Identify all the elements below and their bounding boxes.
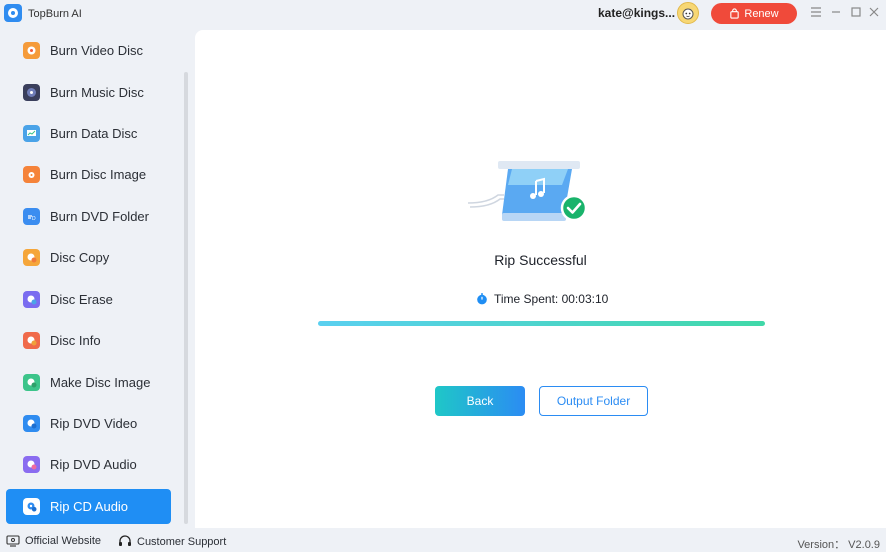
app-logo-icon [4,4,22,22]
main-panel: Rip Successful Time Spent: 00:03:10 Back… [195,30,886,528]
sidebar-item-label: Burn Music Disc [50,85,144,100]
sidebar-item-make-disc-image[interactable]: Make Disc Image [6,365,171,400]
sidebar-item-disc-info[interactable]: Disc Info [6,323,171,358]
customer-support-label: Customer Support [137,535,227,548]
sidebar-item-label: Disc Erase [50,292,113,307]
sidebar-item-label: Rip DVD Video [50,416,138,431]
close-icon[interactable] [866,4,882,20]
minimize-icon[interactable] [828,4,844,20]
sidebar-item-label: Burn DVD Folder [50,209,149,224]
rip-dvd-video-icon [23,415,40,432]
official-website-label: Official Website [25,535,102,547]
sidebar-item-burn-video-disc[interactable]: Burn Video Disc [6,33,171,68]
official-website-link[interactable]: Official Website [6,535,101,547]
rip-cd-audio-icon [23,498,40,515]
back-button[interactable]: Back [435,386,525,416]
progress-bar [318,321,765,326]
dvd-folder-icon: D [23,208,40,225]
disc-erase-icon [23,291,40,308]
renew-button[interactable]: Renew [711,3,797,24]
progress-fill [318,321,765,326]
avatar[interactable] [677,2,699,24]
time-spent-row: Time Spent: 00:03:10 [476,292,608,306]
sidebar-item-label: Disc Info [50,333,101,348]
sidebar-item-label: Rip DVD Audio [50,457,137,472]
rip-success-illustration [468,161,588,222]
video-disc-icon [23,42,40,59]
svg-text:D: D [32,216,36,222]
user-email[interactable]: kate@kings... [598,6,675,20]
sidebar-item-burn-music-disc[interactable]: Burn Music Disc [6,75,171,110]
sidebar-item-label: Burn Video Disc [50,43,143,58]
hamburger-icon[interactable] [808,4,824,20]
sidebar-item-burn-disc-image[interactable]: Burn Disc Image [6,157,171,192]
rip-status-title: Rip Successful [494,252,587,268]
website-icon [6,535,20,547]
stopwatch-icon [477,293,487,305]
disc-copy-icon [23,249,40,266]
sidebar-item-rip-cd-audio[interactable]: Rip CD Audio [6,489,171,524]
output-folder-button[interactable]: Output Folder [539,386,648,416]
sidebar-item-label: Disc Copy [50,250,110,265]
footer: Official Website Customer Support Versio… [0,530,886,552]
headset-icon [119,535,131,546]
sidebar-item-burn-data-disc[interactable]: Burn Data Disc [6,116,171,151]
version-text: Version： V2.0.9 [797,539,880,551]
data-disc-icon [23,125,40,142]
time-spent-text: Time Spent: 00:03:10 [494,292,609,306]
sidebar-item-label: Make Disc Image [50,375,151,390]
sidebar: Burn Video Disc Burn Music Disc Burn Dat… [0,30,190,528]
shopping-bag-icon [730,8,740,19]
renew-label: Renew [744,7,779,20]
music-disc-icon [23,84,40,101]
sidebar-item-label: Burn Data Disc [50,126,138,141]
app-title: TopBurn AI [28,8,82,20]
sidebar-item-rip-dvd-audio[interactable]: Rip DVD Audio [6,447,171,482]
sidebar-item-disc-copy[interactable]: Disc Copy [6,240,171,275]
make-disc-image-icon [23,374,40,391]
maximize-icon[interactable] [848,4,864,20]
title-bar: TopBurn AI kate@kings... Renew [0,0,886,28]
rip-dvd-audio-icon [23,456,40,473]
sidebar-item-rip-dvd-video[interactable]: Rip DVD Video [6,406,171,441]
sidebar-item-burn-dvd-folder[interactable]: D Burn DVD Folder [6,199,171,234]
disc-image-icon [23,166,40,183]
disc-info-icon [23,332,40,349]
sidebar-item-disc-erase[interactable]: Disc Erase [6,282,171,317]
sidebar-scrollbar[interactable] [184,72,188,524]
customer-support-link[interactable]: Customer Support [118,535,226,548]
sidebar-item-label: Rip CD Audio [50,499,129,514]
sidebar-item-label: Burn Disc Image [50,167,147,182]
